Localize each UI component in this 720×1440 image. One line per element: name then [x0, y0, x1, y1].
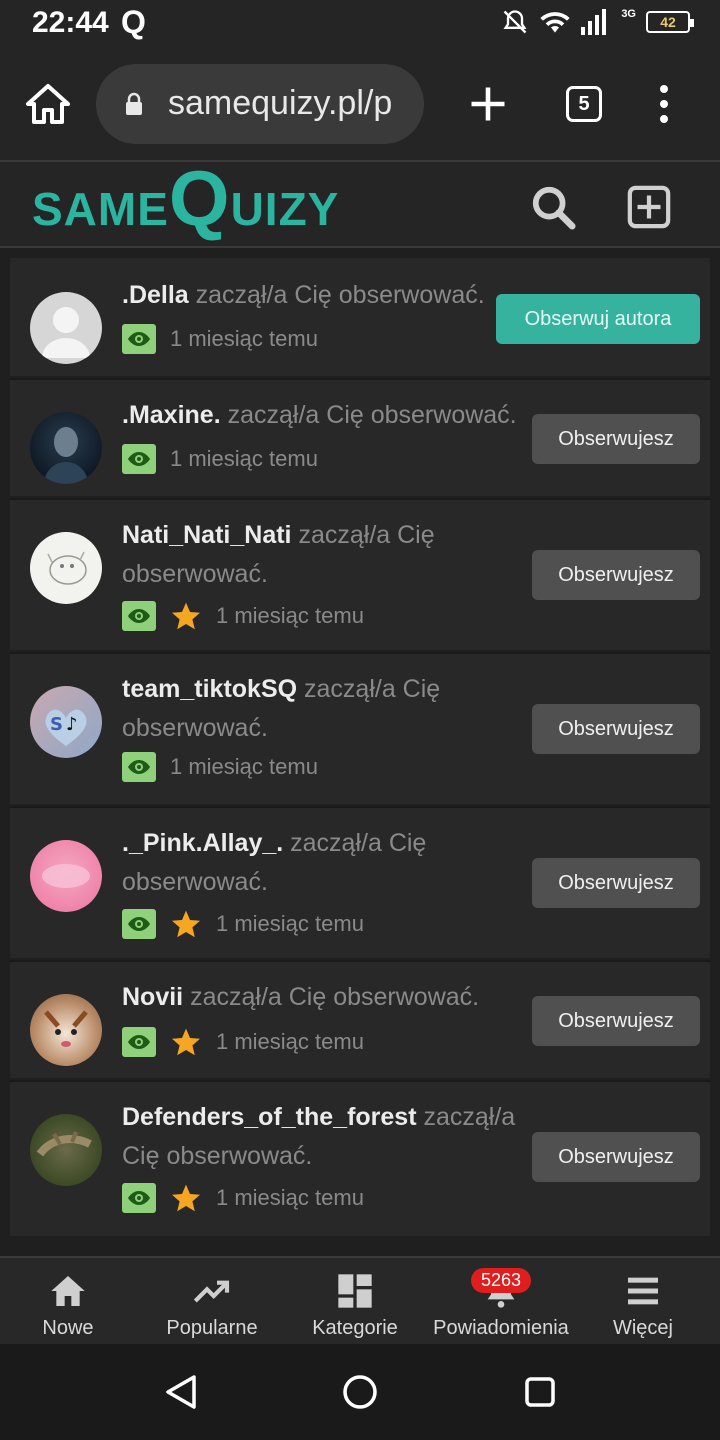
- avatar[interactable]: [30, 1114, 102, 1186]
- nav-item-powiadomienia[interactable]: Powiadomienia 5263: [422, 1258, 580, 1346]
- recents-icon[interactable]: [524, 1376, 556, 1408]
- avatar[interactable]: S ♪: [30, 686, 102, 758]
- home-circle-icon[interactable]: [342, 1374, 378, 1410]
- avatar[interactable]: [30, 412, 102, 484]
- nav-item-wiecej[interactable]: Więcej: [596, 1258, 690, 1346]
- nav-label: Powiadomienia: [433, 1317, 569, 1339]
- star-icon: [172, 910, 200, 938]
- follow-author-button[interactable]: Obserwuj autora: [496, 294, 700, 344]
- notification-time: 1 miesiąc temu: [170, 754, 318, 779]
- status-time: 22:44: [32, 6, 109, 39]
- battery-icon: 42: [646, 11, 694, 33]
- bottom-navigation: Nowe Popularne Kategorie Powiadomienia 5…: [0, 1256, 720, 1344]
- status-bar: 22:44 Q 3G 42: [0, 0, 720, 50]
- home-icon: [51, 1276, 85, 1306]
- notification-time: 1 miesiąc temu: [216, 1185, 364, 1210]
- signal-icon: [581, 9, 607, 35]
- username[interactable]: ._Pink.Allay_.: [122, 829, 283, 857]
- username[interactable]: Defenders_of_the_forest: [122, 1103, 417, 1131]
- avatar[interactable]: [30, 840, 102, 912]
- categories-icon: [338, 1274, 372, 1308]
- list-item: Defenders_of_the_forest zaczął/a Cię obs…: [10, 1082, 710, 1236]
- nav-item-nowe[interactable]: Nowe: [20, 1258, 116, 1346]
- network-type: 3G: [621, 8, 636, 20]
- notification-count-badge: 5263: [471, 1268, 532, 1293]
- following-button[interactable]: Obserwujesz: [532, 858, 700, 908]
- eye-icon: [122, 444, 156, 474]
- star-icon: [172, 1028, 200, 1056]
- nav-item-popularne[interactable]: Popularne: [150, 1258, 274, 1346]
- list-item: ._Pink.Allay_. zaczął/a Cię obserwować. …: [10, 808, 710, 960]
- nav-label: Popularne: [166, 1317, 258, 1339]
- menu-icon: [628, 1277, 658, 1305]
- tab-switcher-button[interactable]: 5: [566, 86, 602, 122]
- url-bar[interactable]: samequizy.pl/p: [96, 64, 424, 144]
- notification-time: 1 miesiąc temu: [216, 911, 364, 936]
- eye-icon: [122, 1027, 156, 1057]
- notification-time: 1 miesiąc temu: [170, 326, 318, 351]
- notification-list: .Della zaczął/a Cię obserwować. 1 miesią…: [10, 258, 710, 1236]
- site-header: SAMEQUIZY: [0, 159, 720, 248]
- trending-icon: [193, 1280, 230, 1303]
- list-item: S ♪ team_tiktokSQ zaczął/a Cię obserwować…: [10, 654, 710, 806]
- following-button[interactable]: Obserwujesz: [532, 1132, 700, 1182]
- avatar[interactable]: [30, 994, 102, 1066]
- username[interactable]: .Della: [122, 281, 189, 309]
- avatar[interactable]: [30, 532, 102, 604]
- back-icon[interactable]: [164, 1374, 198, 1410]
- more-vert-icon[interactable]: [654, 84, 674, 124]
- action-text: zaczął/a Cię obserwować.: [190, 983, 480, 1011]
- svg-text:♪: ♪: [66, 714, 78, 735]
- action-text: zaczął/a Cię obserwować.: [227, 401, 517, 429]
- nav-item-kategorie[interactable]: Kategorie: [298, 1258, 412, 1346]
- add-quiz-icon[interactable]: [626, 184, 672, 230]
- list-item: .Maxine. zaczął/a Cię obserwować. 1 mies…: [10, 380, 710, 498]
- avatar[interactable]: [30, 292, 102, 364]
- site-logo[interactable]: SAMEQUIZY: [32, 159, 339, 237]
- browser-toolbar: samequizy.pl/p 5: [0, 50, 720, 160]
- following-button[interactable]: Obserwujesz: [532, 704, 700, 754]
- eye-icon: [122, 601, 156, 631]
- notification-time: 1 miesiąc temu: [216, 1029, 364, 1054]
- star-icon: [172, 602, 200, 630]
- eye-icon: [122, 909, 156, 939]
- following-button[interactable]: Obserwujesz: [532, 550, 700, 600]
- wifi-icon: [540, 12, 570, 33]
- action-text: zaczął/a Cię obserwować.: [195, 281, 485, 309]
- eye-icon: [122, 1183, 156, 1213]
- battery-level: 42: [660, 14, 676, 30]
- eye-icon: [122, 324, 156, 354]
- following-button[interactable]: Obserwujesz: [532, 996, 700, 1046]
- star-icon: [172, 1184, 200, 1212]
- home-icon[interactable]: [24, 80, 72, 128]
- lock-icon: [126, 92, 142, 115]
- nav-label: Kategorie: [312, 1317, 398, 1339]
- list-item: Nati_Nati_Nati zaczął/a Cię obserwować. …: [10, 500, 710, 652]
- list-item: Novii zaczął/a Cię obserwować. 1 miesiąc…: [10, 962, 710, 1080]
- following-button[interactable]: Obserwujesz: [532, 414, 700, 464]
- nav-label: Nowe: [42, 1317, 94, 1339]
- nav-label: Więcej: [612, 1317, 673, 1339]
- username[interactable]: team_tiktokSQ: [122, 675, 297, 703]
- notification-time: 1 miesiąc temu: [216, 603, 364, 628]
- username[interactable]: Novii: [122, 983, 183, 1011]
- eye-icon: [122, 752, 156, 782]
- svg-text:S: S: [50, 714, 63, 735]
- username[interactable]: .Maxine.: [122, 401, 221, 429]
- status-app-icon: Q: [121, 4, 146, 40]
- notification-time: 1 miesiąc temu: [170, 446, 318, 471]
- username[interactable]: Nati_Nati_Nati: [122, 521, 292, 549]
- list-item: .Della zaczął/a Cię obserwować. 1 miesią…: [10, 258, 710, 378]
- search-icon[interactable]: [530, 184, 576, 230]
- new-tab-icon[interactable]: [466, 82, 510, 126]
- url-text: samequizy.pl/p: [168, 84, 393, 122]
- bell-off-icon: [503, 10, 527, 34]
- system-navigation-bar: [0, 1344, 720, 1440]
